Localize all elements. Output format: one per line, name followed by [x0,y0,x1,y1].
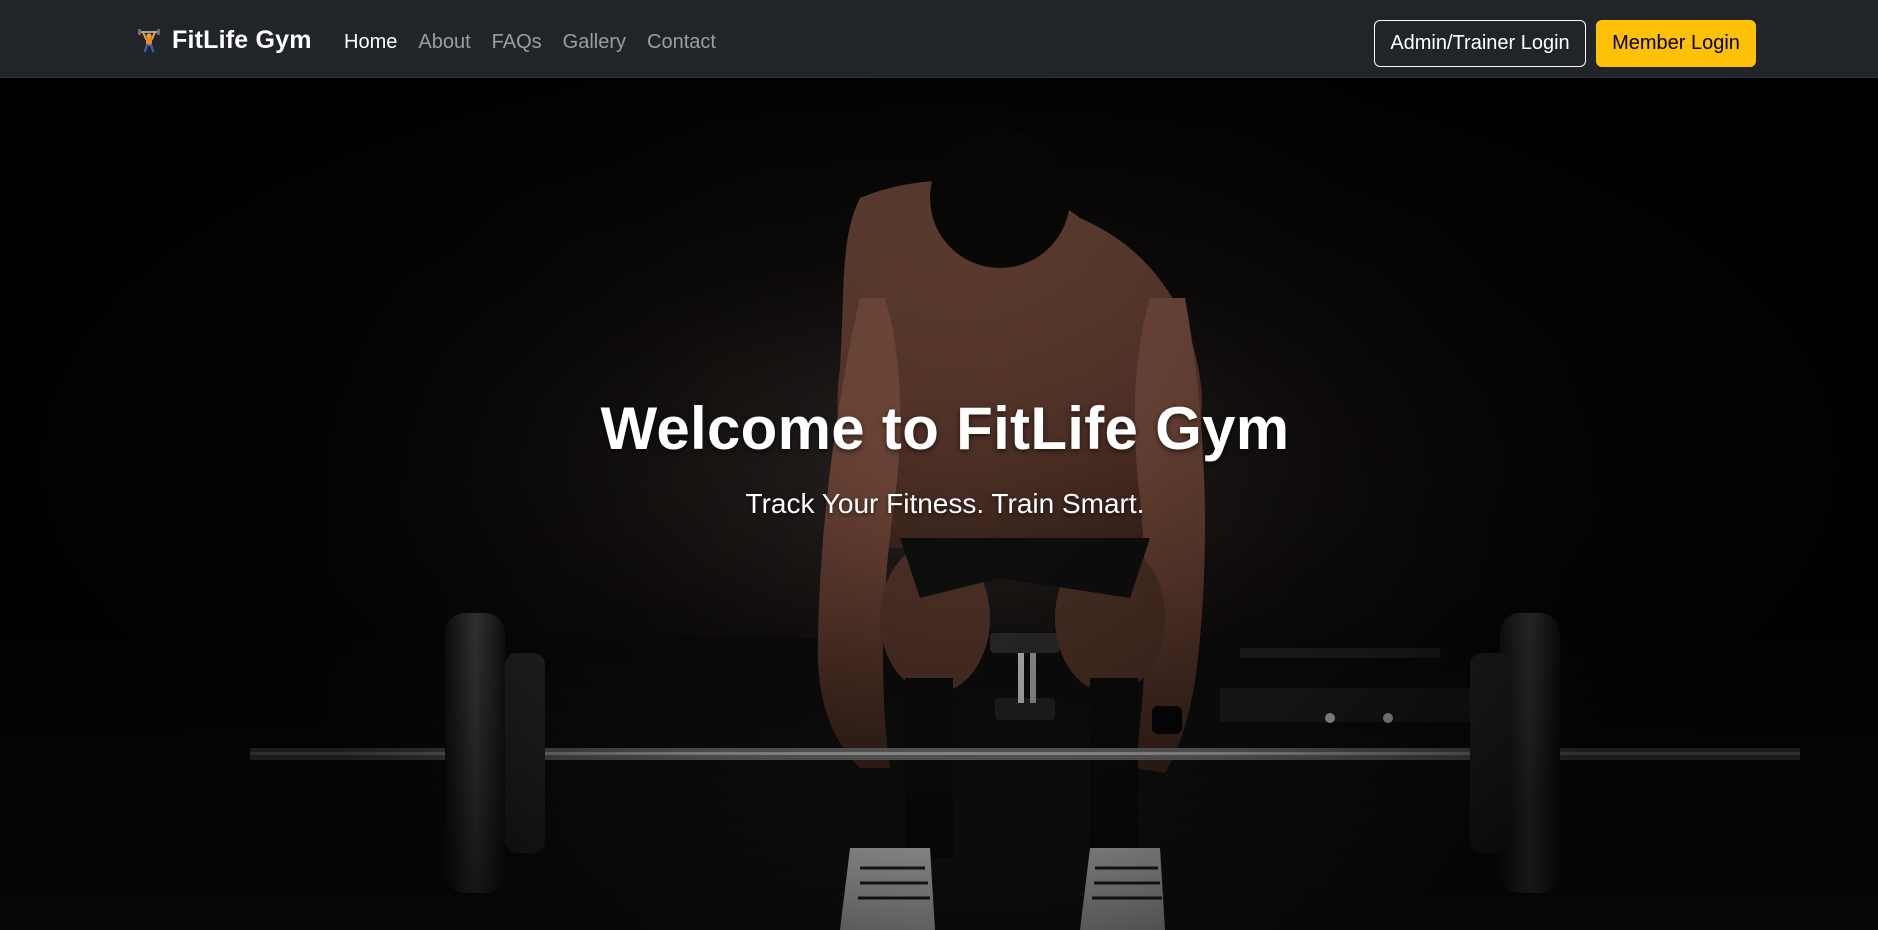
nav-link-contact[interactable]: Contact [647,29,716,55]
nav-links: Home About FAQs Gallery Contact [344,29,716,55]
navbar: FitLife Gym Home About FAQs Gallery Cont… [0,0,1878,78]
nav-link-home[interactable]: Home [344,29,397,55]
brand-link[interactable]: FitLife Gym [136,25,312,55]
nav-link-faqs[interactable]: FAQs [492,29,542,55]
brand-name: FitLife Gym [172,25,312,54]
nav-link-gallery[interactable]: Gallery [563,29,626,55]
hero-section: Welcome to FitLife Gym Track Your Fitnes… [0,78,1878,930]
hero-subtitle: Track Your Fitness. Train Smart. [745,488,1145,519]
hero-title: Welcome to FitLife Gym [600,395,1290,462]
admin-trainer-login-button[interactable]: Admin/Trainer Login [1374,20,1586,67]
page: FitLife Gym Home About FAQs Gallery Cont… [0,0,1878,930]
weightlifter-icon [136,27,162,53]
nav-link-about[interactable]: About [418,29,470,55]
member-login-button[interactable]: Member Login [1596,20,1756,67]
